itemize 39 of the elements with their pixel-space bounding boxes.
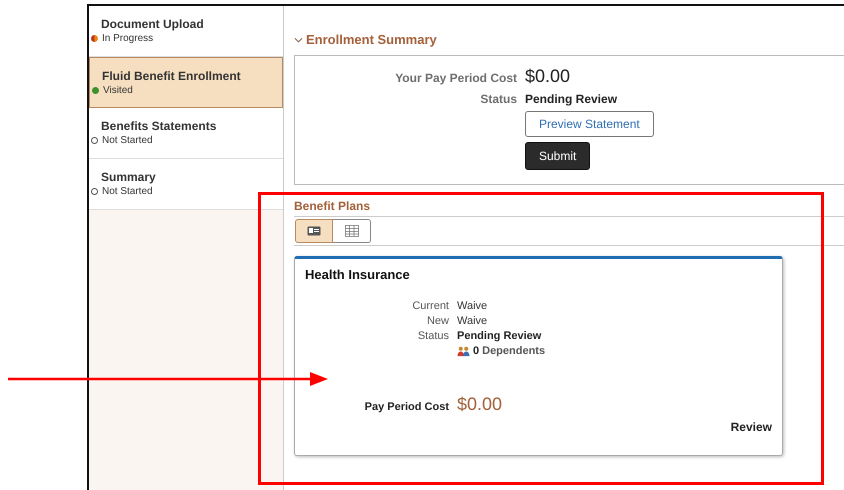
field-label: Your Pay Period Cost [394, 71, 517, 85]
step-title: Fluid Benefit Enrollment [102, 69, 241, 83]
step-title: Benefits Statements [101, 119, 216, 133]
step-status: Not Started [102, 135, 153, 146]
review-link[interactable]: Review [730, 420, 772, 434]
step-status: Visited [103, 85, 133, 96]
id-card-icon [307, 226, 321, 236]
sidebar-item[interactable]: Summary Not Started [89, 159, 283, 210]
tile-view-button[interactable] [295, 219, 333, 243]
field-label: Status [416, 330, 449, 342]
dependents-count: 0 [473, 345, 480, 357]
sidebar-item[interactable]: Fluid Benefit Enrollment Visited [89, 57, 283, 108]
step-title: Document Upload [101, 17, 204, 31]
sidebar-item[interactable]: Benefits Statements Not Started [89, 108, 283, 159]
table-icon [344, 225, 358, 237]
field-label: Pay Period Cost [364, 401, 449, 413]
plan-card[interactable]: Health Insurance Current Waive New Waive Status Pending Review 0 Dependents Pay Period Cost $0.00 Review [294, 256, 783, 456]
plan-title: Health Insurance [305, 267, 411, 282]
submit-button[interactable]: Submit [525, 142, 590, 170]
section-heading: Enrollment Summary [306, 32, 437, 47]
chevron-down-icon[interactable] [294, 36, 303, 42]
preview-button[interactable]: Preview Statement [525, 111, 654, 137]
step-status: In Progress [102, 33, 154, 44]
sidebar-item[interactable]: Document Upload In Progress [89, 6, 283, 57]
dependents-label: Dependents [482, 345, 546, 357]
grid-view-button[interactable] [333, 219, 371, 243]
field-value: Waive [457, 300, 488, 312]
field-label: Status [479, 92, 517, 106]
field-value: Pending Review [457, 330, 542, 342]
field-label: New [426, 315, 449, 327]
section-heading: Benefit Plans [294, 199, 370, 217]
step-status: Not Started [102, 186, 153, 197]
field-value: Waive [457, 315, 488, 327]
cost-value: $0.00 [457, 394, 502, 415]
status-value: Pending Review [525, 92, 618, 106]
step-title: Summary [101, 170, 156, 184]
cost-value: $0.00 [525, 66, 570, 87]
people-icon [457, 346, 470, 356]
field-label: Current [411, 300, 449, 312]
